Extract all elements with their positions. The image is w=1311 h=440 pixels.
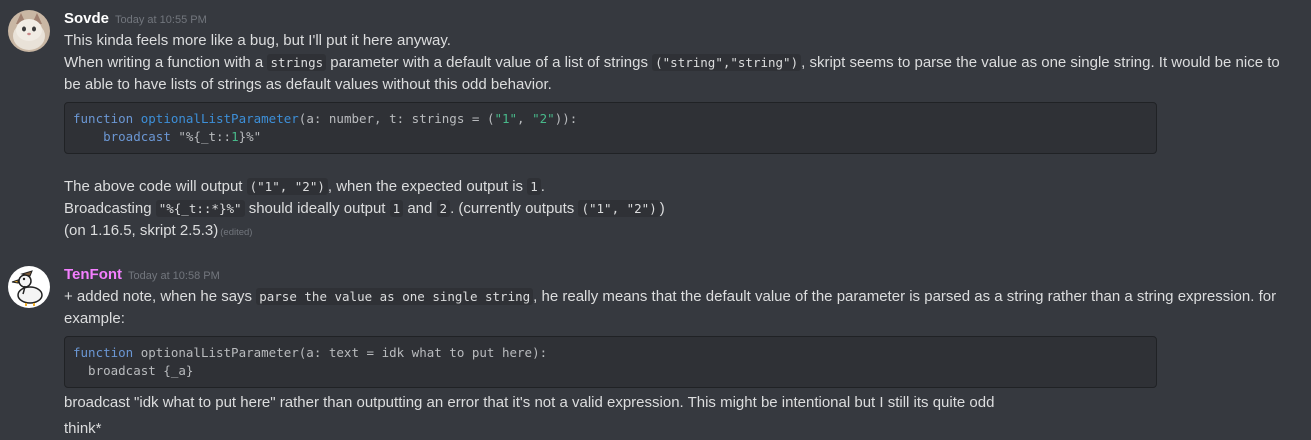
code-text: optionalListParameter(a: text = idk what… — [133, 345, 548, 360]
text-span: + added note, when he says — [64, 288, 257, 305]
inline-code: 1 — [389, 200, 404, 217]
message-text: think* — [64, 420, 102, 437]
text-span: should ideally output — [244, 200, 390, 217]
code-function-name: optionalListParameter — [140, 111, 299, 126]
code-text: broadcast {_a} — [73, 363, 194, 378]
code-text: "%{_t:: — [170, 129, 232, 144]
text-span: , when the expected output is — [327, 178, 528, 195]
code-string: "1" — [494, 111, 518, 126]
message-text: be able to have lists of strings as defa… — [64, 76, 552, 93]
username[interactable]: TenFont — [64, 266, 122, 283]
chat-message-list: Sovde Today at 10:55 PM This kinda feels … — [0, 0, 1311, 439]
edited-label: (edited) — [220, 227, 253, 238]
message-header: Sovde Today at 10:55 PM — [64, 8, 1287, 30]
timestamp: Today at 10:55 PM — [115, 14, 207, 26]
message-text: The above code will output ("1", "2"), w… — [64, 176, 1287, 198]
text-span: When writing a function with a — [64, 54, 268, 71]
code-text: , — [517, 111, 533, 126]
inline-code: ("string","string") — [652, 54, 802, 71]
message-text: When writing a function with a strings p… — [64, 52, 1287, 74]
text-span: , he really means that the default value… — [533, 288, 1277, 305]
inline-code: parse the value as one single string — [256, 288, 534, 305]
message-header: TenFont Today at 10:58 PM — [64, 264, 1287, 286]
text-span: parameter with a default value of a list… — [326, 54, 653, 71]
avatar[interactable] — [8, 10, 50, 52]
code-string: "2" — [532, 111, 555, 126]
message-text: This kinda feels more like a bug, but I'… — [64, 32, 451, 49]
message-text: broadcast "idk what to put here" rather … — [64, 394, 995, 411]
inline-code: 1 — [527, 178, 541, 195]
text-span: , skript seems to parse the value as one… — [801, 54, 1280, 71]
text-span: Broadcasting — [64, 200, 156, 217]
code-text: }%" — [238, 129, 262, 144]
code-block: function optionalListParameter(a: text =… — [64, 336, 1157, 388]
message-text: example: — [64, 310, 125, 327]
message-text: (on 1.16.5, skript 2.5.3) (edited) — [64, 220, 1287, 244]
text-span: . — [540, 178, 545, 195]
text-span: and — [403, 200, 437, 217]
inline-code: ("1", "2") — [246, 178, 328, 195]
code-text: )): — [554, 111, 578, 126]
avatar[interactable] — [8, 266, 50, 308]
inline-code: strings — [267, 54, 327, 71]
message-text: Broadcasting "%{_t::*}%" should ideally … — [64, 198, 1287, 220]
text-span: The above code will output — [64, 178, 247, 195]
code-number: 1 — [231, 129, 239, 144]
inline-code: "%{_t::*}%" — [155, 200, 245, 217]
text-span: . (currently outputs — [450, 200, 579, 217]
inline-code: ("1", "2") — [578, 200, 660, 217]
inline-code: 2 — [436, 200, 451, 217]
code-keyword: function — [73, 111, 134, 126]
code-text: (a: number, t: strings = ( — [298, 111, 495, 126]
text-span: ) — [659, 200, 665, 217]
timestamp: Today at 10:58 PM — [128, 270, 220, 282]
username[interactable]: Sovde — [64, 10, 109, 27]
code-keyword: function — [73, 345, 134, 360]
code-block: function optionalListParameter(a: number… — [64, 102, 1157, 154]
text-span: (on 1.16.5, skript 2.5.3) — [64, 222, 219, 239]
code-keyword: broadcast — [103, 129, 171, 144]
message-text: + added note, when he says parse the val… — [64, 286, 1287, 308]
